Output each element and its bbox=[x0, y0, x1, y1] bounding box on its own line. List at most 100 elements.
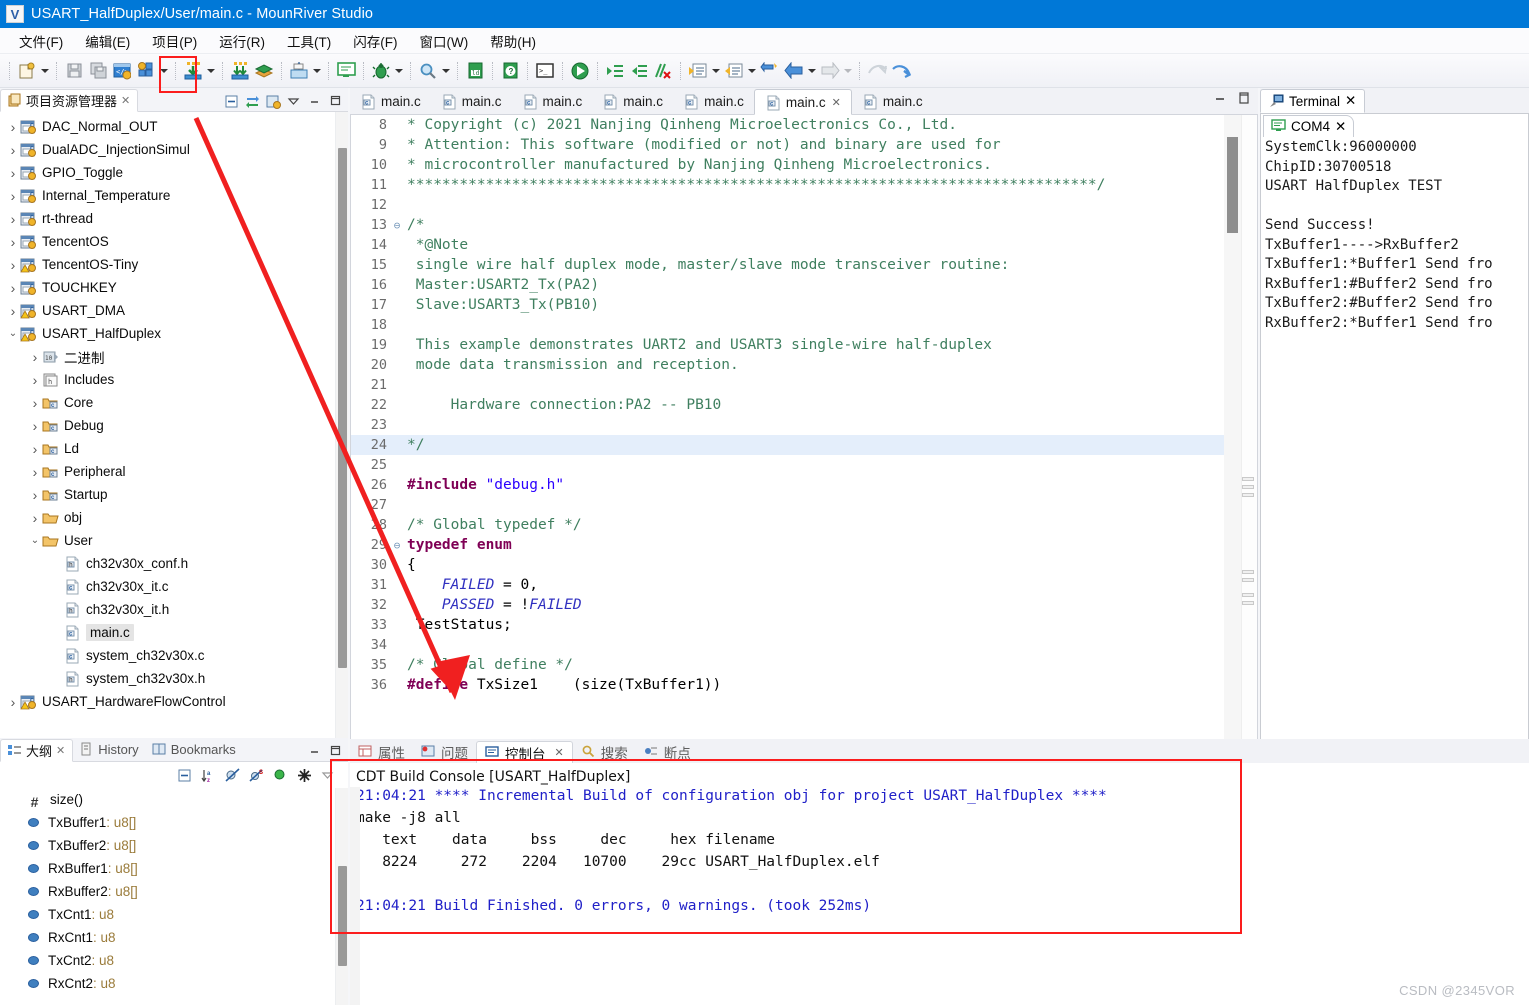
hide-nonpublic-icon[interactable] bbox=[273, 768, 288, 783]
tree-item[interactable]: › c DAC_Normal_OUT bbox=[0, 115, 335, 138]
tree-item[interactable]: › c TencentOS bbox=[0, 230, 335, 253]
code-line[interactable]: 23 bbox=[351, 415, 1224, 435]
help-doc-icon[interactable]: ? bbox=[498, 59, 522, 83]
ld-file-icon[interactable]: ld bbox=[463, 59, 487, 83]
twisty-collapsed-icon[interactable]: › bbox=[6, 257, 20, 273]
code-line[interactable]: 12 bbox=[351, 195, 1224, 215]
export-dropdown-arrow[interactable] bbox=[311, 59, 323, 83]
code-line[interactable]: 27 bbox=[351, 495, 1224, 515]
twisty-collapsed-icon[interactable]: › bbox=[6, 142, 20, 158]
code-line[interactable]: 32 PASSED = !FAILED bbox=[351, 595, 1224, 615]
outline-item[interactable]: TxCnt1 : u8 bbox=[0, 903, 335, 926]
next-annotation-icon[interactable] bbox=[686, 59, 710, 83]
code-line[interactable]: 31 FAILED = 0, bbox=[351, 575, 1224, 595]
code-line[interactable]: 36 #define TxSize1 (size(TxBuffer1)) bbox=[351, 675, 1224, 695]
indent-right-icon[interactable] bbox=[603, 59, 627, 83]
indent-left-icon[interactable] bbox=[627, 59, 651, 83]
console-body[interactable]: CDT Build Console [USART_HalfDuplex] 21:… bbox=[350, 763, 1529, 1005]
code-line[interactable]: 9 * Attention: This software (modified or… bbox=[351, 135, 1224, 155]
menu-file[interactable]: 文件(F) bbox=[8, 29, 74, 53]
twisty-expanded-icon[interactable]: ⌄ bbox=[28, 535, 42, 546]
code-line[interactable]: 10 * microcontroller manufactured by Nanj… bbox=[351, 155, 1224, 175]
console-tab[interactable]: 断点 bbox=[636, 740, 699, 763]
twisty-collapsed-icon[interactable]: › bbox=[6, 280, 20, 296]
new-file-icon[interactable] bbox=[15, 59, 39, 83]
code-line[interactable]: 20 mode data transmission and reception. bbox=[351, 355, 1224, 375]
code-line[interactable]: 28 /* Global typedef */ bbox=[351, 515, 1224, 535]
twisty-collapsed-icon[interactable]: › bbox=[6, 211, 20, 227]
tree-item[interactable]: › c Internal_Temperature bbox=[0, 184, 335, 207]
tree-item[interactable]: c ch32v30x_it.c bbox=[0, 575, 335, 598]
twisty-collapsed-icon[interactable]: › bbox=[28, 510, 42, 526]
console-scroll-margin[interactable] bbox=[350, 787, 360, 1005]
tree-item[interactable]: c system_ch32v30x.c bbox=[0, 644, 335, 667]
editor-scroll-thumb[interactable] bbox=[1227, 137, 1238, 233]
tree-item[interactable]: › 10 二进制 bbox=[0, 345, 335, 368]
fold-toggle-icon[interactable]: ⊖ bbox=[391, 539, 403, 552]
maximize-icon[interactable] bbox=[329, 94, 344, 109]
download-all-icon[interactable] bbox=[228, 59, 252, 83]
editor-tab[interactable]: c main.c bbox=[852, 88, 933, 114]
tab-bookmarks[interactable]: Bookmarks bbox=[146, 738, 243, 761]
tree-item[interactable]: h ch32v30x_it.h bbox=[0, 598, 335, 621]
code-line[interactable]: 14 *@Note bbox=[351, 235, 1224, 255]
tree-item[interactable]: › c rt-thread bbox=[0, 207, 335, 230]
redo-nav-icon[interactable] bbox=[889, 59, 913, 83]
debug-dropdown-arrow[interactable] bbox=[393, 59, 405, 83]
tree-item[interactable]: › c Debug bbox=[0, 414, 335, 437]
twisty-collapsed-icon[interactable]: › bbox=[6, 694, 20, 710]
next-annotation-arrow[interactable] bbox=[710, 59, 722, 83]
tree-item[interactable]: › h Includes bbox=[0, 368, 335, 391]
tree-item[interactable]: › c TOUCHKEY bbox=[0, 276, 335, 299]
view-menu-icon[interactable] bbox=[321, 768, 336, 783]
code-line[interactable]: 13 ⊖ /* bbox=[351, 215, 1224, 235]
tree-item[interactable]: › c TencentOS-Tiny bbox=[0, 253, 335, 276]
console-tab[interactable]: 问题 bbox=[413, 740, 476, 763]
tree-item[interactable]: › obj bbox=[0, 506, 335, 529]
code-line[interactable]: 15 single wire half duplex mode, master/… bbox=[351, 255, 1224, 275]
debug-bug-icon[interactable] bbox=[369, 59, 393, 83]
tab-history[interactable]: History bbox=[73, 738, 145, 761]
editor-tab[interactable]: c main.c bbox=[512, 88, 593, 114]
tree-item[interactable]: › c GPIO_Toggle bbox=[0, 161, 335, 184]
tree-item[interactable]: c main.c bbox=[0, 621, 335, 644]
outline-list[interactable]: # size() TxBuffer1 : u8[] TxBuffer2 : u8[] R… bbox=[0, 788, 335, 1005]
tab-terminal[interactable]: Terminal ✕ bbox=[1260, 89, 1366, 113]
tree-item[interactable]: › c Core bbox=[0, 391, 335, 414]
build-settings-icon[interactable] bbox=[134, 59, 158, 83]
sort-az-icon[interactable]: az bbox=[201, 768, 216, 784]
twisty-collapsed-icon[interactable]: › bbox=[28, 372, 42, 388]
outline-item[interactable]: RxCnt2 : u8 bbox=[0, 972, 335, 995]
twisty-collapsed-icon[interactable]: › bbox=[28, 418, 42, 434]
outline-item[interactable]: TxCnt2 : u8 bbox=[0, 949, 335, 972]
project-tree[interactable]: › c DAC_Normal_OUT › c DualADC_InjectionSimul… bbox=[0, 112, 335, 738]
prev-annotation-icon[interactable] bbox=[722, 59, 746, 83]
code-line[interactable]: 34 bbox=[351, 635, 1224, 655]
outline-item[interactable]: RxCnt1 : u8 bbox=[0, 926, 335, 949]
console-tab[interactable]: 搜索 bbox=[573, 740, 636, 763]
new-dropdown-arrow[interactable] bbox=[39, 59, 51, 83]
close-icon[interactable]: ✕ bbox=[555, 746, 564, 759]
code-line[interactable]: 17 Slave:USART3_Tx(PB10) bbox=[351, 295, 1224, 315]
fold-toggle-icon[interactable]: ⊖ bbox=[391, 219, 403, 232]
collapse-all-icon[interactable] bbox=[177, 768, 192, 783]
maximize-icon[interactable] bbox=[329, 744, 344, 759]
download-icon[interactable] bbox=[181, 59, 205, 83]
menu-run[interactable]: 运行(R) bbox=[208, 29, 276, 53]
code-line[interactable]: 33 TestStatus; bbox=[351, 615, 1224, 635]
editor-tab[interactable]: c main.c ✕ bbox=[753, 89, 852, 115]
tab-outline[interactable]: 大纲 ✕ bbox=[0, 739, 74, 762]
twisty-collapsed-icon[interactable]: › bbox=[6, 119, 20, 135]
tree-item[interactable]: h system_ch32v30x.h bbox=[0, 667, 335, 690]
twisty-collapsed-icon[interactable]: › bbox=[28, 464, 42, 480]
outline-scrollbar[interactable] bbox=[335, 788, 348, 1005]
close-icon[interactable]: ✕ bbox=[832, 96, 841, 109]
console-tab[interactable]: 控制台 ✕ bbox=[476, 741, 573, 764]
twisty-collapsed-icon[interactable]: › bbox=[6, 303, 20, 319]
hide-fields-icon[interactable] bbox=[225, 767, 240, 783]
code-line[interactable]: 29 ⊖ typedef enum bbox=[351, 535, 1224, 555]
outline-item[interactable]: RxBuffer2 : u8[] bbox=[0, 880, 335, 903]
tree-item[interactable]: h ch32v30x_conf.h bbox=[0, 552, 335, 575]
code-line[interactable]: 19 This example demonstrates UART2 and U… bbox=[351, 335, 1224, 355]
code-line[interactable]: 35 /* Global define */ bbox=[351, 655, 1224, 675]
